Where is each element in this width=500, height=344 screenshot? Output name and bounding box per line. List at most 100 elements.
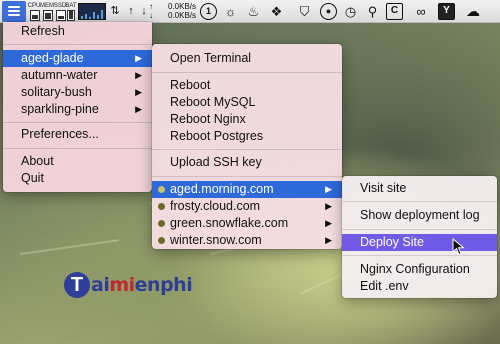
submenu-arrow-icon: ▶ (325, 201, 332, 211)
separator (3, 44, 152, 45)
menu-item-label: About (21, 154, 54, 168)
cpu-meter-label: CPU (27, 3, 41, 9)
menu-item-site-frosty-cloud[interactable]: frosty.cloud.com ▶ (152, 198, 342, 215)
menu-item-label: aged.morning.com (170, 182, 274, 196)
menu-item-solitary-bush[interactable]: solitary-bush ▶ (3, 84, 152, 101)
network-graph-icon[interactable] (78, 3, 106, 20)
menu-item-deploy-site[interactable]: Deploy Site (342, 234, 497, 251)
brand-icon[interactable]: Y (438, 3, 455, 20)
server-submenu: Open Terminal Reboot Reboot MySQL Reboot… (152, 44, 342, 249)
cloud-icon[interactable]: ☁ (462, 3, 484, 20)
menu-item-label: autumn-water (21, 68, 98, 82)
site-status-dot (158, 186, 165, 193)
site-status-dot (158, 203, 165, 210)
separator (3, 148, 152, 149)
menu-item-label: Quit (21, 171, 44, 185)
menu-item-site-green-snowflake[interactable]: green.snowflake.com ▶ (152, 215, 342, 232)
clipboard-c-icon[interactable]: C (386, 3, 403, 20)
menu-item-label: Reboot Nginx (170, 112, 246, 126)
battery-meter-label: BAT (65, 3, 77, 9)
rock-texture (19, 239, 120, 255)
menu-item-about[interactable]: About (3, 153, 152, 170)
submenu-arrow-icon: ▶ (135, 104, 142, 114)
separator (152, 72, 342, 73)
menu-item-nginx-configuration[interactable]: Nginx Configuration (342, 261, 497, 278)
menu-item-reboot-nginx[interactable]: Reboot Nginx (152, 111, 342, 128)
submenu-arrow-icon: ▶ (325, 235, 332, 245)
menu-item-label: Reboot MySQL (170, 95, 256, 109)
menu-item-label: Visit site (360, 181, 407, 195)
network-speed: 0.0KB/s 0.0KB/s (160, 2, 196, 20)
sun-icon[interactable]: ☼ (222, 3, 239, 20)
menu-item-label: winter.snow.com (170, 233, 262, 247)
disk-meter-icon[interactable] (56, 10, 66, 21)
menu-item-label: frosty.cloud.com (170, 199, 261, 213)
menu-item-label: Refresh (21, 24, 65, 38)
submenu-arrow-icon: ▶ (135, 53, 142, 63)
one-password-icon[interactable]: 1 (200, 3, 217, 20)
flame-icon[interactable]: ♨ (245, 3, 262, 20)
battery-meter-icon[interactable] (67, 10, 75, 21)
shield-icon[interactable]: ⛉ (296, 3, 313, 20)
upload-speed: 0.0KB/s (167, 2, 196, 11)
menu-bar: CPU MEM SSD BAT ⇅ ↑ ↓ ↑ ↓ 0.0KB/s 0.0KB/s… (0, 0, 500, 23)
menu-item-site-aged-morning[interactable]: aged.morning.com ▶ (152, 181, 342, 198)
menu-item-edit-env[interactable]: Edit .env (342, 278, 497, 295)
menu-item-show-deployment-log[interactable]: Show deployment log (342, 207, 497, 224)
menu-item-refresh[interactable]: Refresh (3, 23, 152, 40)
network-arrows-icon[interactable]: ⇅ (108, 3, 122, 20)
menu-item-label: Show deployment log (360, 208, 480, 222)
download-speed: 0.0KB/s (167, 11, 196, 20)
menu-item-site-winter-snow[interactable]: winter.snow.com ▶ (152, 232, 342, 248)
submenu-arrow-icon: ▶ (135, 87, 142, 97)
github-icon[interactable]: ● (320, 3, 337, 20)
menu-item-reboot-mysql[interactable]: Reboot MySQL (152, 94, 342, 111)
separator (152, 176, 342, 177)
separator (342, 201, 497, 202)
menu-item-open-terminal[interactable]: Open Terminal (152, 50, 342, 67)
menu-item-visit-site[interactable]: Visit site (342, 180, 497, 197)
clock-icon[interactable]: ◷ (342, 3, 359, 20)
menu-item-quit[interactable]: Quit (3, 170, 152, 187)
menu-item-label: Edit .env (360, 279, 409, 293)
menu-item-aged-glade[interactable]: aged-glade ▶ (3, 50, 152, 67)
menu-item-autumn-water[interactable]: autumn-water ▶ (3, 67, 152, 84)
main-menu: Refresh aged-glade ▶ autumn-water ▶ solita… (3, 22, 152, 192)
menu-item-label: aged-glade (21, 51, 84, 65)
separator (152, 149, 342, 150)
menu-item-reboot-postgres[interactable]: Reboot Postgres (152, 128, 342, 145)
menu-item-label: Reboot Postgres (170, 129, 264, 143)
watermark-accent: mi (109, 274, 135, 296)
menu-item-label: Upload SSH key (170, 155, 262, 169)
menu-item-sparkling-pine[interactable]: sparkling-pine ▶ (3, 101, 152, 118)
menu-item-label: solitary-bush (21, 85, 92, 99)
submenu-arrow-icon: ▶ (135, 70, 142, 80)
separator (3, 122, 152, 123)
cpu-meter-icon[interactable] (30, 10, 40, 21)
menu-item-label: Preferences... (21, 127, 99, 141)
submenu-arrow-icon: ▶ (325, 184, 332, 194)
site-status-dot (158, 237, 165, 244)
menu-item-label: sparkling-pine (21, 102, 99, 116)
menu-item-label: Deploy Site (360, 235, 424, 249)
watermark-badge: T (64, 272, 90, 298)
menu-item-preferences[interactable]: Preferences... (3, 126, 152, 143)
menu-item-label: green.snowflake.com (170, 216, 289, 230)
memory-meter-icon[interactable] (43, 10, 53, 21)
menu-item-upload-ssh-key[interactable]: Upload SSH key (152, 154, 342, 171)
broom-icon[interactable]: ⚲ (364, 3, 381, 20)
menu-item-label: Open Terminal (170, 51, 252, 65)
menu-item-label: Nginx Configuration (360, 262, 470, 276)
upload-arrow-icon: ↑ (128, 5, 134, 17)
memory-meter-label: MEM (40, 3, 54, 9)
glasses-icon[interactable]: ∞ (410, 3, 432, 20)
app-menu-icon[interactable] (2, 1, 26, 22)
watermark-text: aimienphi (91, 274, 193, 296)
dropbox-icon[interactable]: ❖ (268, 3, 285, 20)
site-submenu: Visit site Show deployment log Deploy Si… (342, 176, 497, 298)
menu-item-reboot[interactable]: Reboot (152, 77, 342, 94)
mouse-cursor-icon (452, 238, 465, 256)
separator (342, 229, 497, 230)
submenu-arrow-icon: ▶ (325, 218, 332, 228)
net-direction-icons: ↑ ↓ (149, 2, 153, 20)
